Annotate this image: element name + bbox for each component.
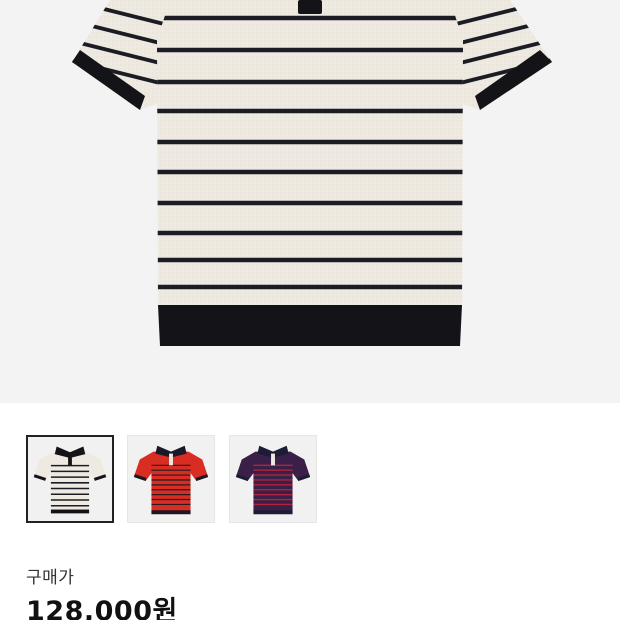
color-option-navy-red[interactable] <box>229 435 317 523</box>
shirt-body <box>157 0 463 346</box>
purchase-price: 128,000원 <box>26 596 178 620</box>
product-detail-page: 구매가 128,000원 <box>0 0 620 620</box>
placket <box>298 0 322 14</box>
polo-thumbnail-navy-red <box>235 445 311 515</box>
polo-shirt-image <box>72 0 552 346</box>
product-main-image <box>0 0 620 403</box>
purchase-price-label: 구매가 <box>26 568 75 588</box>
bottom-hem <box>158 305 462 346</box>
polo-thumbnail-red <box>133 445 209 515</box>
color-option-ivory-navy[interactable] <box>26 435 114 523</box>
polo-thumbnail-ivory-navy <box>33 446 107 514</box>
color-option-red[interactable] <box>127 435 215 523</box>
